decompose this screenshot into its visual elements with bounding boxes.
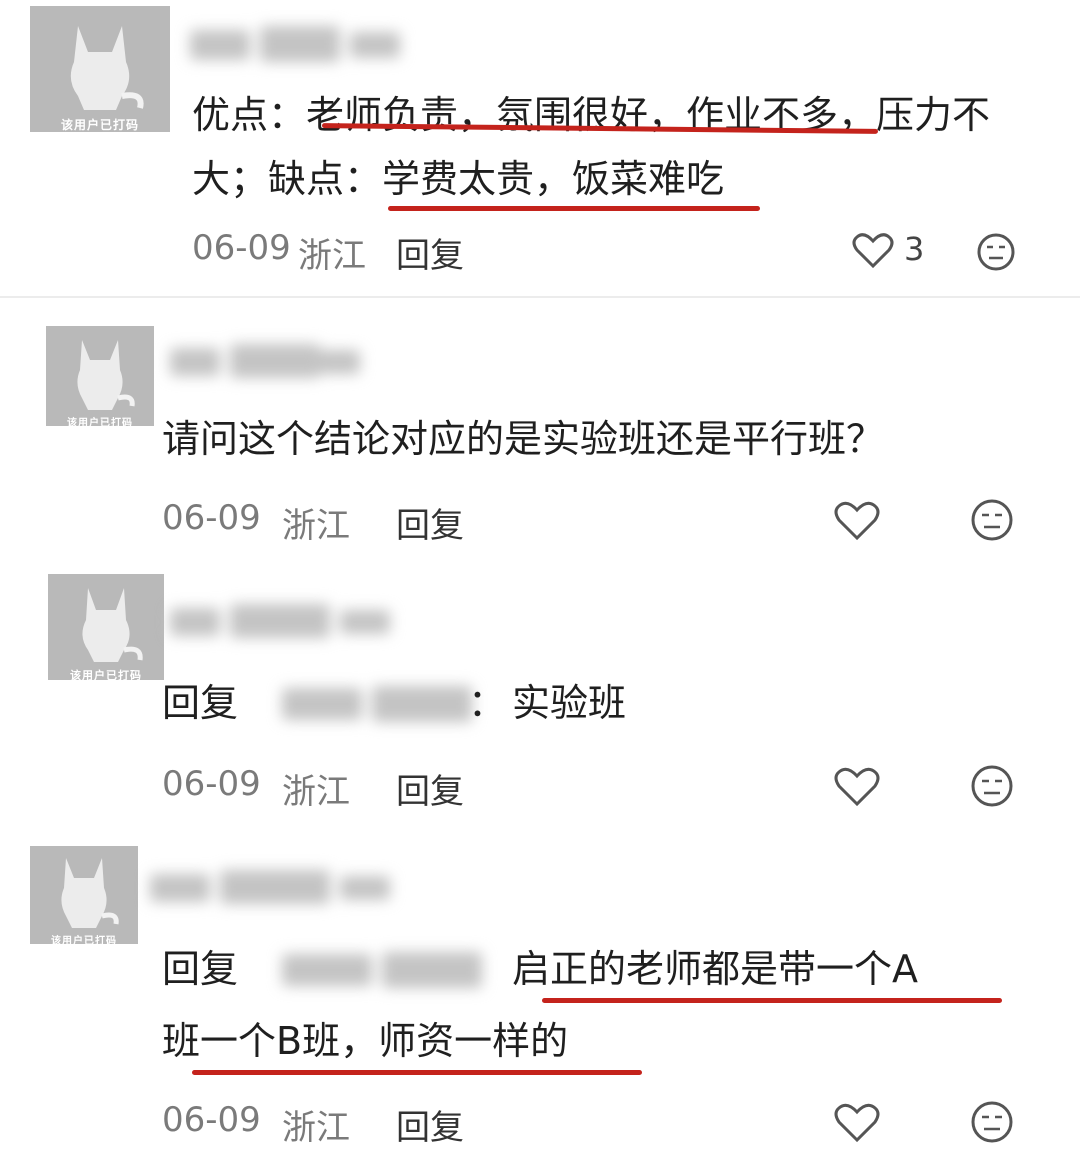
blurred-username: [170, 600, 390, 644]
comment-text-line-1: 启正的老师都是带一个A: [512, 947, 918, 991]
reply-prefix: 回复: [162, 681, 239, 725]
face-button[interactable]: [970, 1100, 1014, 1148]
reply-button[interactable]: 回复: [396, 764, 464, 813]
reply-colon: ：: [468, 681, 507, 725]
reply-button[interactable]: 回复: [396, 498, 464, 547]
avatar[interactable]: 该用户已打码: [46, 326, 154, 426]
reply-button[interactable]: 回复: [396, 228, 464, 277]
divider: [0, 296, 1080, 298]
cat-avatar-icon: [70, 26, 144, 110]
reply-prefix: 回复: [162, 947, 239, 991]
blurred-username: [190, 22, 400, 66]
red-underline: [542, 998, 1002, 1003]
cat-avatar-icon: [82, 588, 143, 662]
cat-avatar-icon: [77, 340, 135, 410]
comment-text: 请问这个结论对应的是实验班还是平行班？: [162, 417, 885, 461]
comment-location: 浙江: [282, 506, 350, 546]
like-button[interactable]: [834, 766, 880, 812]
face-icon: [971, 765, 1013, 807]
face-icon: [971, 499, 1013, 541]
red-underline: [388, 206, 760, 211]
blurred-username: [150, 866, 390, 910]
comment-date: 06-09: [162, 764, 261, 804]
heart-icon: [834, 501, 880, 541]
avatar-watermark: 该用户已打码: [51, 936, 117, 944]
face-button[interactable]: [976, 232, 1016, 276]
heart-icon: [834, 1103, 880, 1143]
blurred-mention: [282, 948, 482, 992]
comment-text-line-2: 班一个B班，师资一样的: [162, 1019, 569, 1063]
like-count: 3: [904, 230, 925, 268]
avatar[interactable]: 该用户已打码: [48, 574, 164, 680]
heart-icon: [852, 233, 894, 269]
comment-date: 06-09: [162, 498, 261, 538]
avatar-watermark: 该用户已打码: [70, 669, 142, 680]
like-button[interactable]: [834, 1102, 880, 1148]
avatar-watermark: 该用户已打码: [60, 118, 139, 132]
face-button[interactable]: [970, 764, 1014, 812]
red-underline: [192, 1070, 642, 1075]
avatar[interactable]: 该用户已打码: [30, 846, 138, 944]
like-button[interactable]: [834, 500, 880, 546]
comment-location: 浙江: [282, 772, 350, 812]
blurred-mention: [282, 682, 472, 726]
comment-location: 浙江: [298, 236, 366, 276]
avatar[interactable]: 该用户已打码: [30, 6, 170, 132]
comment-date: 06-09: [162, 1100, 261, 1140]
face-icon: [971, 1101, 1013, 1143]
comment-date: 06-09: [192, 228, 291, 268]
comment-text-line-2: 大；缺点：学费太贵，饭菜难吃: [192, 157, 725, 201]
blurred-username: [170, 340, 360, 384]
avatar-watermark: 该用户已打码: [67, 418, 133, 426]
face-button[interactable]: [970, 498, 1014, 546]
face-icon: [977, 233, 1015, 271]
heart-icon: [834, 767, 880, 807]
comment-location: 浙江: [282, 1108, 350, 1148]
cat-avatar-icon: [61, 858, 119, 928]
reply-button[interactable]: 回复: [396, 1100, 464, 1149]
like-button[interactable]: [852, 232, 894, 274]
comment-text: 实验班: [512, 681, 627, 725]
